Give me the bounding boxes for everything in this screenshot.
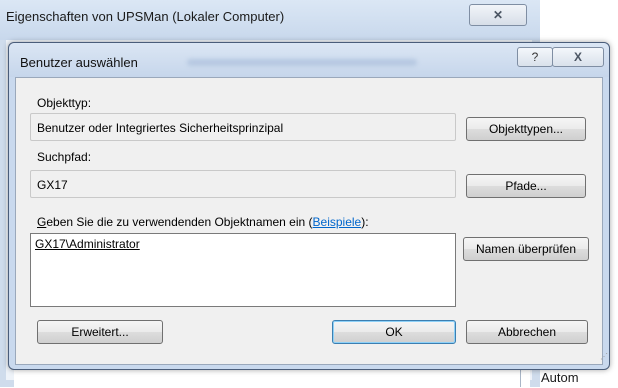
accelerator-letter: G xyxy=(37,215,47,229)
column-divider xyxy=(520,370,521,387)
check-names-button[interactable]: Namen überprüfen xyxy=(463,237,589,261)
dialog-titlebar: Benutzer auswählen ? X xyxy=(9,43,609,77)
parent-bottom-text: Autom xyxy=(541,370,579,385)
cancel-button[interactable]: Abbrechen xyxy=(466,320,588,344)
ok-button[interactable]: OK xyxy=(332,320,456,344)
paths-button[interactable]: Pfade... xyxy=(466,174,586,198)
search-path-field: GX17 xyxy=(30,170,456,198)
parent-window-title: Eigenschaften von UPSMan (Lokaler Comput… xyxy=(6,9,285,24)
prompt-suffix: ): xyxy=(361,215,369,229)
dialog-close-button[interactable]: X xyxy=(552,47,604,67)
advanced-button[interactable]: Erweitert... xyxy=(37,320,163,344)
resize-grip-icon[interactable]: ⋰ xyxy=(600,352,610,362)
dialog-title: Benutzer auswählen xyxy=(20,55,138,70)
title-background-blur xyxy=(187,59,417,66)
parent-bottom-list xyxy=(14,367,530,388)
examples-link[interactable]: Beispiele xyxy=(313,215,362,229)
object-name-entry[interactable]: GX17\Administrator xyxy=(35,237,140,251)
help-icon: ? xyxy=(531,50,539,64)
close-icon: X xyxy=(573,50,582,64)
parent-titlebar: Eigenschaften von UPSMan (Lokaler Comput… xyxy=(0,0,540,40)
object-names-prompt: Geben Sie die zu verwendenden Objektname… xyxy=(37,215,369,229)
object-names-input[interactable]: GX17\Administrator xyxy=(30,233,456,307)
object-type-label: Objekttyp: xyxy=(37,96,92,110)
object-types-button[interactable]: Objekttypen... xyxy=(466,117,586,141)
help-button[interactable]: ? xyxy=(517,47,553,67)
prompt-text: eben Sie die zu verwendenden Objektnamen… xyxy=(46,215,313,229)
close-icon: ✕ xyxy=(492,8,504,22)
parent-close-button[interactable]: ✕ xyxy=(469,4,527,26)
object-type-field: Benutzer oder Integriertes Sicherheitspr… xyxy=(30,113,456,141)
search-path-label: Suchpfad: xyxy=(37,150,92,164)
